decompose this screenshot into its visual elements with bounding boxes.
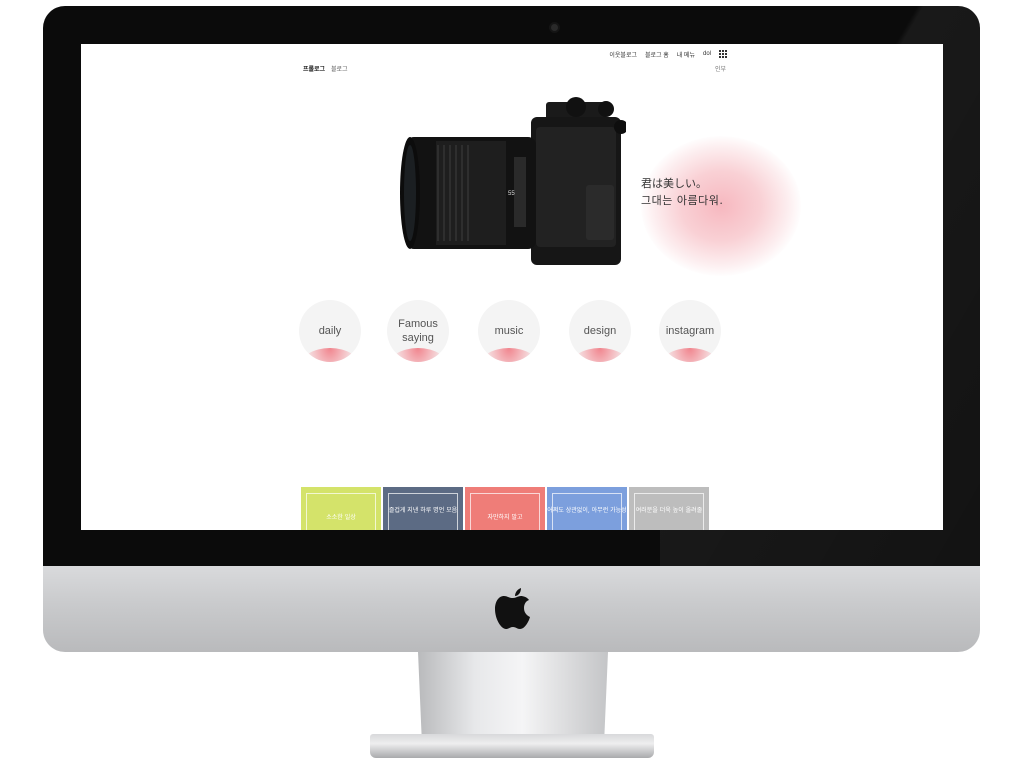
category-list: daily Famous saying music design instagr… [299,300,759,364]
top-navigation: 이웃블로그 블로그 홈 내 메뉴 dol [609,47,727,61]
category-instagram[interactable]: instagram [659,300,721,362]
pink-wave-decoration [659,348,721,362]
blog-title[interactable]: 프롤로그 [303,64,325,73]
category-label: music [494,325,524,337]
post-card[interactable]: 즐겁게 지낸 하루 명언 모음 [383,487,463,530]
post-card[interactable]: 소소한 일상 [301,487,381,530]
monitor-stand-neck [418,652,608,740]
svg-text:55: 55 [508,191,515,197]
my-menu-link[interactable]: 내 메뉴 [677,50,695,59]
browser-screen: 이웃블로그 블로그 홈 내 메뉴 dol 프롤로그 블로그 인부 55 君は美し… [81,44,943,530]
category-label: Famous saying [398,318,438,344]
neighbor-blog-link[interactable]: 이웃블로그 [609,50,637,59]
category-daily[interactable]: daily [299,300,361,362]
camera-hero-image: 55 [400,97,626,265]
hero-quote-japanese: 君は美しい。 [641,177,707,190]
post-card[interactable]: 자만하지 말고 [465,487,545,530]
category-label: daily [318,325,342,337]
blog-home-link[interactable]: 블로그 홈 [645,50,669,59]
category-label: instagram [665,325,715,337]
post-card[interactable]: 여러분을 더욱 높이 올려줄 [629,487,709,530]
webcam-icon [551,24,558,31]
category-famous-saying[interactable]: Famous saying [387,300,449,362]
post-card[interactable]: 어쩌도 상관없이, 아무런 가능성 [547,487,627,530]
user-link[interactable]: dol [703,51,711,57]
monitor-chin [43,566,980,652]
blog-menu-link[interactable]: 인부 [715,64,726,73]
pink-wave-decoration [387,348,449,362]
category-music[interactable]: music [478,300,540,362]
card-text: 여러분을 더욱 높이 올려줄 [635,507,703,514]
category-label: design [583,325,617,337]
apps-grid-icon[interactable] [719,50,727,58]
card-text: 어쩌도 상관없이, 아무런 가능성 [547,507,627,514]
post-card-list: 소소한 일상 즐겁게 지낸 하루 명언 모음 자만하지 말고 어쩌도 상관없이,… [301,487,709,530]
pink-wave-decoration [569,348,631,362]
monitor-stand-base [370,734,654,758]
apple-logo-icon [495,588,530,629]
pink-wave-decoration [299,348,361,362]
pink-wave-decoration [478,348,540,362]
card-text: 자만하지 말고 [487,514,523,521]
card-text: 소소한 일상 [326,514,356,521]
card-text: 즐겁게 지낸 하루 명언 모음 [388,507,458,514]
blog-subtitle[interactable]: 블로그 [331,64,348,73]
hero-quote-korean: 그대는 아름다워. [641,194,724,207]
category-design[interactable]: design [569,300,631,362]
